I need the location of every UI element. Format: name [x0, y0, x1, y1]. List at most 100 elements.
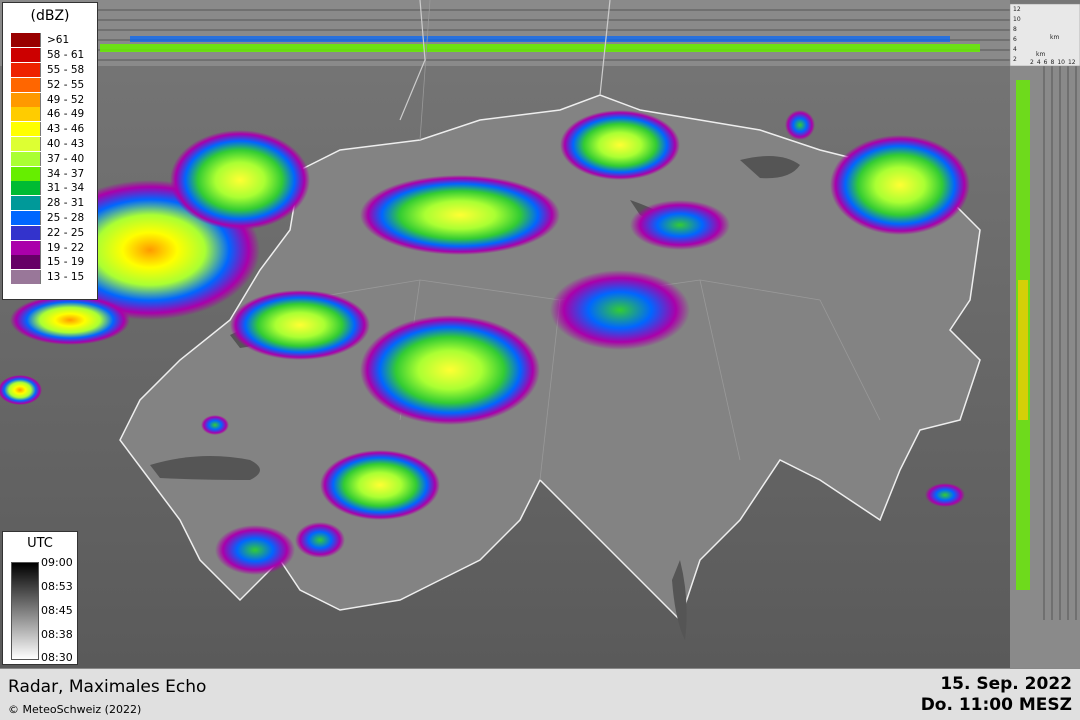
- legend-label: 49 - 52: [47, 93, 85, 106]
- legend-swatch: [11, 196, 41, 211]
- legend-swatch: [11, 166, 41, 181]
- legend-label: 34 - 37: [47, 167, 85, 180]
- legend-row: 46 - 49: [11, 107, 84, 122]
- echo-cell: [320, 450, 440, 520]
- legend-swatch: [11, 122, 41, 137]
- legend-swatch: [11, 181, 41, 196]
- height-unit-label: km: [1050, 34, 1060, 41]
- profile-distance-labels: 2 4 6 8 10 12: [1030, 59, 1076, 66]
- utc-time-bar: [11, 562, 39, 660]
- footer-bar: Radar, Maximales Echo © MeteoSchweiz (20…: [0, 668, 1080, 720]
- legend-row: 25 - 28: [11, 210, 85, 226]
- echo-cell: [360, 175, 560, 255]
- legend-swatch: [11, 92, 41, 107]
- legend-row: 34 - 37: [11, 166, 84, 181]
- distance-label: 8: [1050, 59, 1055, 66]
- legend-rows: >61 58 - 61 55 - 58 52 - 55 49 - 52 46 - 49 43…: [11, 33, 84, 285]
- legend-label: 25 - 28: [47, 211, 85, 224]
- height-label: 10: [1013, 16, 1021, 23]
- radar-map[interactable]: [0, 0, 1080, 668]
- legend-row: 31 - 34: [11, 181, 84, 196]
- utc-title: UTC: [27, 536, 53, 551]
- echo-cell: [360, 315, 540, 425]
- echo-cell: [830, 135, 970, 235]
- distance-label: 10: [1057, 59, 1065, 66]
- legend-label: 46 - 49: [47, 108, 85, 121]
- echo-cell: [630, 200, 730, 250]
- legend-swatch: [11, 33, 41, 48]
- legend-row: >61: [11, 33, 84, 48]
- legend-label: 55 - 58: [47, 63, 85, 76]
- height-label: 4: [1013, 46, 1017, 53]
- echo-cell: [215, 525, 295, 575]
- legend-label: 28 - 31: [47, 197, 85, 210]
- legend-row: 15 - 19: [11, 255, 84, 270]
- echo-cell: [170, 130, 310, 230]
- legend-label: 43 - 46: [47, 123, 85, 136]
- time-label: Do. 11:00 MESZ: [920, 695, 1072, 715]
- legend-swatch: [11, 210, 41, 225]
- legend-swatch: [11, 107, 41, 122]
- legend-row: 19 - 22: [11, 240, 84, 255]
- legend-row: 22 - 25: [11, 225, 84, 240]
- legend-swatch: [11, 225, 41, 240]
- copyright-notice: © MeteoSchweiz (2022): [8, 703, 142, 716]
- height-label: 6: [1013, 36, 1017, 43]
- distance-label: 12: [1067, 59, 1076, 66]
- legend-swatch: [11, 240, 41, 255]
- legend-row: 43 - 46: [11, 122, 84, 137]
- legend-row: 49 - 52: [11, 92, 84, 107]
- legend-label: 22 - 25: [47, 226, 85, 239]
- dbz-legend: (dBZ) >61 58 - 61 55 - 58 52 - 55 49 - 52 46 …: [2, 2, 98, 300]
- echo-cell: [0, 375, 42, 405]
- distance-label: 4: [1036, 59, 1041, 66]
- echo-cell: [230, 290, 370, 360]
- legend-swatch: [11, 62, 41, 77]
- echo-cell: [785, 110, 815, 140]
- echo-cell: [295, 522, 345, 558]
- height-label: 12: [1013, 6, 1021, 13]
- legend-label: 37 - 40: [47, 152, 85, 165]
- legend-row: 58 - 61: [11, 48, 84, 63]
- utc-tick: 09:00: [41, 556, 73, 569]
- legend-label: 40 - 43: [47, 137, 85, 150]
- legend-swatch: [11, 151, 41, 166]
- echo-cell: [550, 270, 690, 350]
- legend-label: 15 - 19: [47, 256, 85, 269]
- legend-row: 40 - 43: [11, 136, 85, 152]
- legend-title: (dBZ): [30, 8, 70, 24]
- date-label: 15. Sep. 2022: [940, 674, 1072, 694]
- legend-row: 28 - 31: [11, 196, 84, 211]
- echo-cell: [560, 110, 680, 180]
- legend-label: >61: [47, 34, 70, 47]
- utc-tick: 08:45: [41, 604, 73, 617]
- distance-label: 2: [1030, 59, 1034, 66]
- height-label: 2: [1013, 56, 1017, 63]
- legend-label: 52 - 55: [47, 78, 85, 91]
- legend-row: 55 - 58: [11, 62, 85, 78]
- legend-swatch: [11, 136, 41, 151]
- legend-swatch: [11, 77, 41, 92]
- legend-row: 13 - 15: [11, 270, 84, 285]
- height-label: 8: [1013, 26, 1017, 33]
- utc-tick: 08:38: [41, 628, 73, 641]
- legend-label: 31 - 34: [47, 182, 85, 195]
- profile-height-labels: 12 10 8 6 4 2: [1013, 5, 1031, 65]
- legend-row: 52 - 55: [11, 77, 84, 92]
- utc-tick: 08:53: [41, 580, 73, 593]
- legend-label: 58 - 61: [47, 49, 85, 62]
- top-profile-echo-upper: [130, 36, 950, 42]
- legend-swatch: [11, 255, 41, 270]
- echo-cell: [201, 415, 229, 435]
- side-profile-echo-core: [1018, 280, 1028, 420]
- top-profile-echo: [100, 44, 980, 52]
- legend-swatch: [11, 48, 41, 63]
- echo-cell: [925, 483, 965, 507]
- legend-label: 19 - 22: [47, 241, 85, 254]
- distance-label: 6: [1043, 59, 1048, 66]
- utc-time-legend: UTC 09:00 08:53 08:45 08:38 08:30: [2, 531, 78, 665]
- legend-row: 37 - 40: [11, 151, 84, 166]
- map-title: Radar, Maximales Echo: [8, 677, 207, 697]
- legend-swatch: [11, 270, 41, 285]
- legend-label: 13 - 15: [47, 271, 85, 284]
